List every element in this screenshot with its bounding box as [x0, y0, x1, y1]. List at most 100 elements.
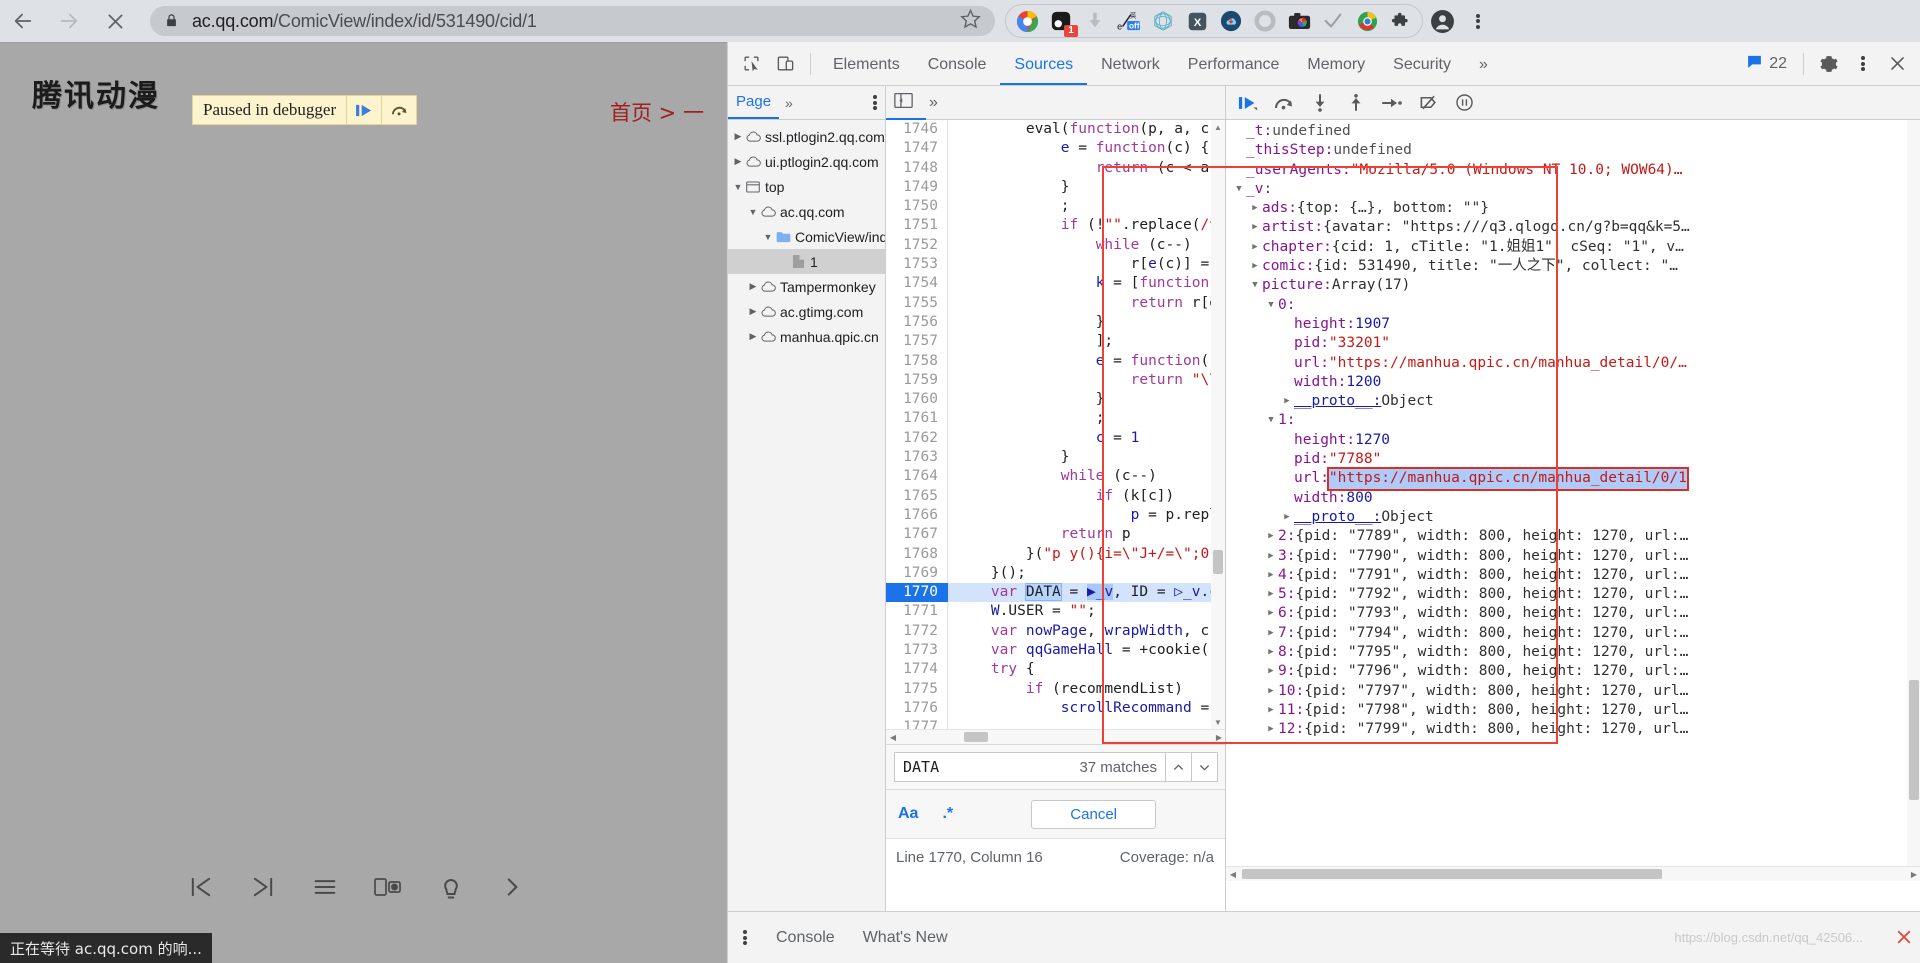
navigator-more-kebab-icon[interactable] — [873, 94, 885, 112]
line-number[interactable]: 1774 — [886, 660, 948, 680]
chevron-right-icon[interactable]: ▶ — [1264, 643, 1278, 662]
line-number[interactable]: 1777 — [886, 718, 948, 729]
chevron-right-icon[interactable]: ▶ — [1264, 585, 1278, 604]
code-line[interactable]: 1751 if (!"".replace(/^ — [886, 216, 1225, 236]
code-line[interactable]: 1776 scrollRecommand = — [886, 698, 1225, 719]
translate-off-extension-icon[interactable]: e 英 off — [1112, 4, 1146, 38]
resume-script-icon[interactable] — [346, 95, 381, 125]
tampermonkey-extension-icon[interactable] — [1146, 4, 1180, 38]
chevron-right-icon[interactable]: ▶ — [1264, 547, 1278, 566]
scope-property-row[interactable]: ▶_userAgents: "Mozilla/5.0 (Windows NT 1… — [1226, 161, 1920, 180]
download-arrow-icon[interactable] — [1078, 4, 1112, 38]
code-line[interactable]: 1772 var nowPage, wrapWidth, cr — [886, 621, 1225, 642]
scope-property-row[interactable]: ▶ 7: {pid: "7794", width: 800, height: 12… — [1226, 624, 1920, 643]
scope-scroll-left-icon[interactable]: ◀ — [1226, 867, 1240, 881]
tab-memory[interactable]: Memory — [1293, 43, 1379, 85]
scope-vertical-scrollbar[interactable] — [1907, 120, 1920, 880]
chrome-menu-kebab-icon[interactable] — [1461, 0, 1495, 42]
chevron-right-icon[interactable]: ▶ — [1280, 508, 1294, 527]
code-vertical-scrollbar[interactable]: ▲ ▼ — [1211, 120, 1225, 729]
scope-property-row[interactable]: ▶ 2: {pid: "7789", width: 800, height: 12… — [1226, 527, 1920, 546]
chevron-down-icon[interactable]: ▼ — [1264, 411, 1278, 430]
step-into-button[interactable] — [1302, 89, 1338, 117]
chevron-right-icon[interactable]: ▶ — [1248, 199, 1262, 218]
code-hscroll-thumb[interactable] — [964, 732, 988, 742]
scope-horizontal-scrollbar[interactable]: ◀ ▶ — [1226, 866, 1920, 881]
code-horizontal-scrollbar[interactable]: ◀ ▶ — [886, 729, 1225, 744]
scope-property-row[interactable]: ▶ __proto__: Object — [1226, 508, 1920, 527]
checkmark-extension-icon[interactable] — [1316, 4, 1350, 38]
more-kebab-icon[interactable] — [1846, 49, 1880, 79]
step-button[interactable] — [1374, 89, 1410, 117]
line-number[interactable]: 1749 — [886, 177, 948, 198]
back-button[interactable] — [0, 0, 46, 42]
puzzle-extensions-icon[interactable] — [1384, 4, 1418, 38]
step-over-button[interactable] — [1266, 89, 1302, 117]
file-tree-item-top[interactable]: ▼ top — [728, 174, 885, 199]
google-chrome-color-wheel-icon[interactable] — [1010, 4, 1044, 38]
line-number[interactable]: 1766 — [886, 505, 948, 526]
tab-elements[interactable]: Elements — [819, 43, 914, 85]
bookmark-star-icon[interactable] — [960, 8, 981, 34]
tab-sources[interactable]: Sources — [1000, 43, 1088, 85]
chevron-down-icon[interactable]: ▼ — [747, 207, 759, 217]
step-out-button[interactable] — [1338, 89, 1374, 117]
search-prev-button[interactable] — [1166, 752, 1192, 782]
reading-mode-button[interactable] — [373, 873, 403, 901]
line-number[interactable]: 1769 — [886, 563, 948, 584]
line-number[interactable]: 1770 — [886, 583, 948, 603]
chevron-right-icon[interactable]: ▶ — [1264, 662, 1278, 681]
x-extension-icon[interactable]: X — [1180, 4, 1214, 38]
file-tree-item-1[interactable]: ▶1 — [728, 249, 885, 274]
scope-property-row[interactable]: ▶ artist: {avatar: "https:///q3.qlogo.cn/… — [1226, 218, 1920, 237]
chevron-right-icon[interactable]: ▶ — [1264, 604, 1278, 623]
file-tree-item-ssl-ptlogin2-qq-com[interactable]: ▶ ssl.ptlogin2.qq.com — [728, 124, 885, 149]
chevron-right-icon[interactable]: ▶ — [1264, 527, 1278, 546]
code-line[interactable]: 1760 } — [886, 390, 1225, 410]
code-line[interactable]: 1761 ; — [886, 409, 1225, 429]
account-avatar-icon[interactable] — [1423, 0, 1461, 42]
tab-security[interactable]: Security — [1379, 43, 1465, 85]
chevron-right-icon[interactable]: ▶ — [747, 306, 759, 317]
code-line[interactable]: 1756 } — [886, 312, 1225, 333]
line-number[interactable]: 1768 — [886, 544, 948, 564]
line-number[interactable]: 1752 — [886, 235, 948, 256]
resume-script-button[interactable] — [1230, 89, 1266, 117]
chevron-right-icon[interactable]: ▶ — [1264, 624, 1278, 643]
code-scroll-down-icon[interactable]: ▼ — [1211, 715, 1225, 729]
scope-property-row[interactable]: ▶ 5: {pid: "7792", width: 800, height: 12… — [1226, 585, 1920, 604]
code-vscroll-thumb[interactable] — [1213, 550, 1223, 574]
navigator-tab-page[interactable]: Page — [728, 86, 780, 119]
chevron-right-icon[interactable]: ▶ — [747, 281, 759, 292]
code-line[interactable]: 1777 — [886, 718, 1225, 729]
line-number[interactable]: 1776 — [886, 698, 948, 719]
code-line[interactable]: 1748 return (c < a — [886, 158, 1225, 178]
code-scroll-left-icon[interactable]: ◀ — [886, 730, 900, 744]
line-number[interactable]: 1758 — [886, 351, 948, 371]
pause-on-exceptions-button[interactable] — [1446, 89, 1482, 117]
chevron-down-icon[interactable]: ▼ — [1232, 180, 1246, 199]
code-line[interactable]: 1769 }(); — [886, 563, 1225, 584]
file-tree-item-comicview-ind[interactable]: ▼ ComicView/ind — [728, 224, 885, 249]
scope-property-row[interactable]: ▶ 4: {pid: "7791", width: 800, height: 12… — [1226, 566, 1920, 585]
chapter-list-button[interactable] — [311, 873, 339, 901]
code-line[interactable]: 1746 eval(function(p, a, c, — [886, 120, 1225, 140]
code-line[interactable]: 1770 var DATA = ▶_v, ID = ▷_v.c — [886, 583, 1225, 603]
inspect-element-icon[interactable] — [734, 49, 768, 79]
line-number[interactable]: 1756 — [886, 312, 948, 333]
code-line[interactable]: 1765 if (k[c]) — [886, 486, 1225, 506]
code-line[interactable]: 1755 return r[e — [886, 293, 1225, 313]
file-tree-item-ac-gtimg-com[interactable]: ▶ ac.gtimg.com — [728, 299, 885, 324]
code-line[interactable]: 1775 if (recommendList) — [886, 679, 1225, 699]
close-devtools-icon[interactable] — [1880, 49, 1914, 79]
editor-overflow-button[interactable]: » — [921, 94, 946, 112]
scope-property-row[interactable]: ▼ picture: Array(17) — [1226, 276, 1920, 295]
screenshot-camera-extension-icon[interactable] — [1282, 4, 1316, 38]
code-line[interactable]: 1768 }("p y(){i=\"J+/=\";0. — [886, 544, 1225, 564]
code-scroll-up-icon[interactable]: ▲ — [1211, 120, 1225, 134]
code-line[interactable]: 1759 return "\\ — [886, 370, 1225, 391]
chevron-down-icon[interactable]: ▼ — [1248, 276, 1262, 295]
next-page-button[interactable] — [249, 873, 277, 901]
line-number[interactable]: 1750 — [886, 197, 948, 217]
code-line[interactable]: 1753 r[e(c)] = — [886, 255, 1225, 275]
